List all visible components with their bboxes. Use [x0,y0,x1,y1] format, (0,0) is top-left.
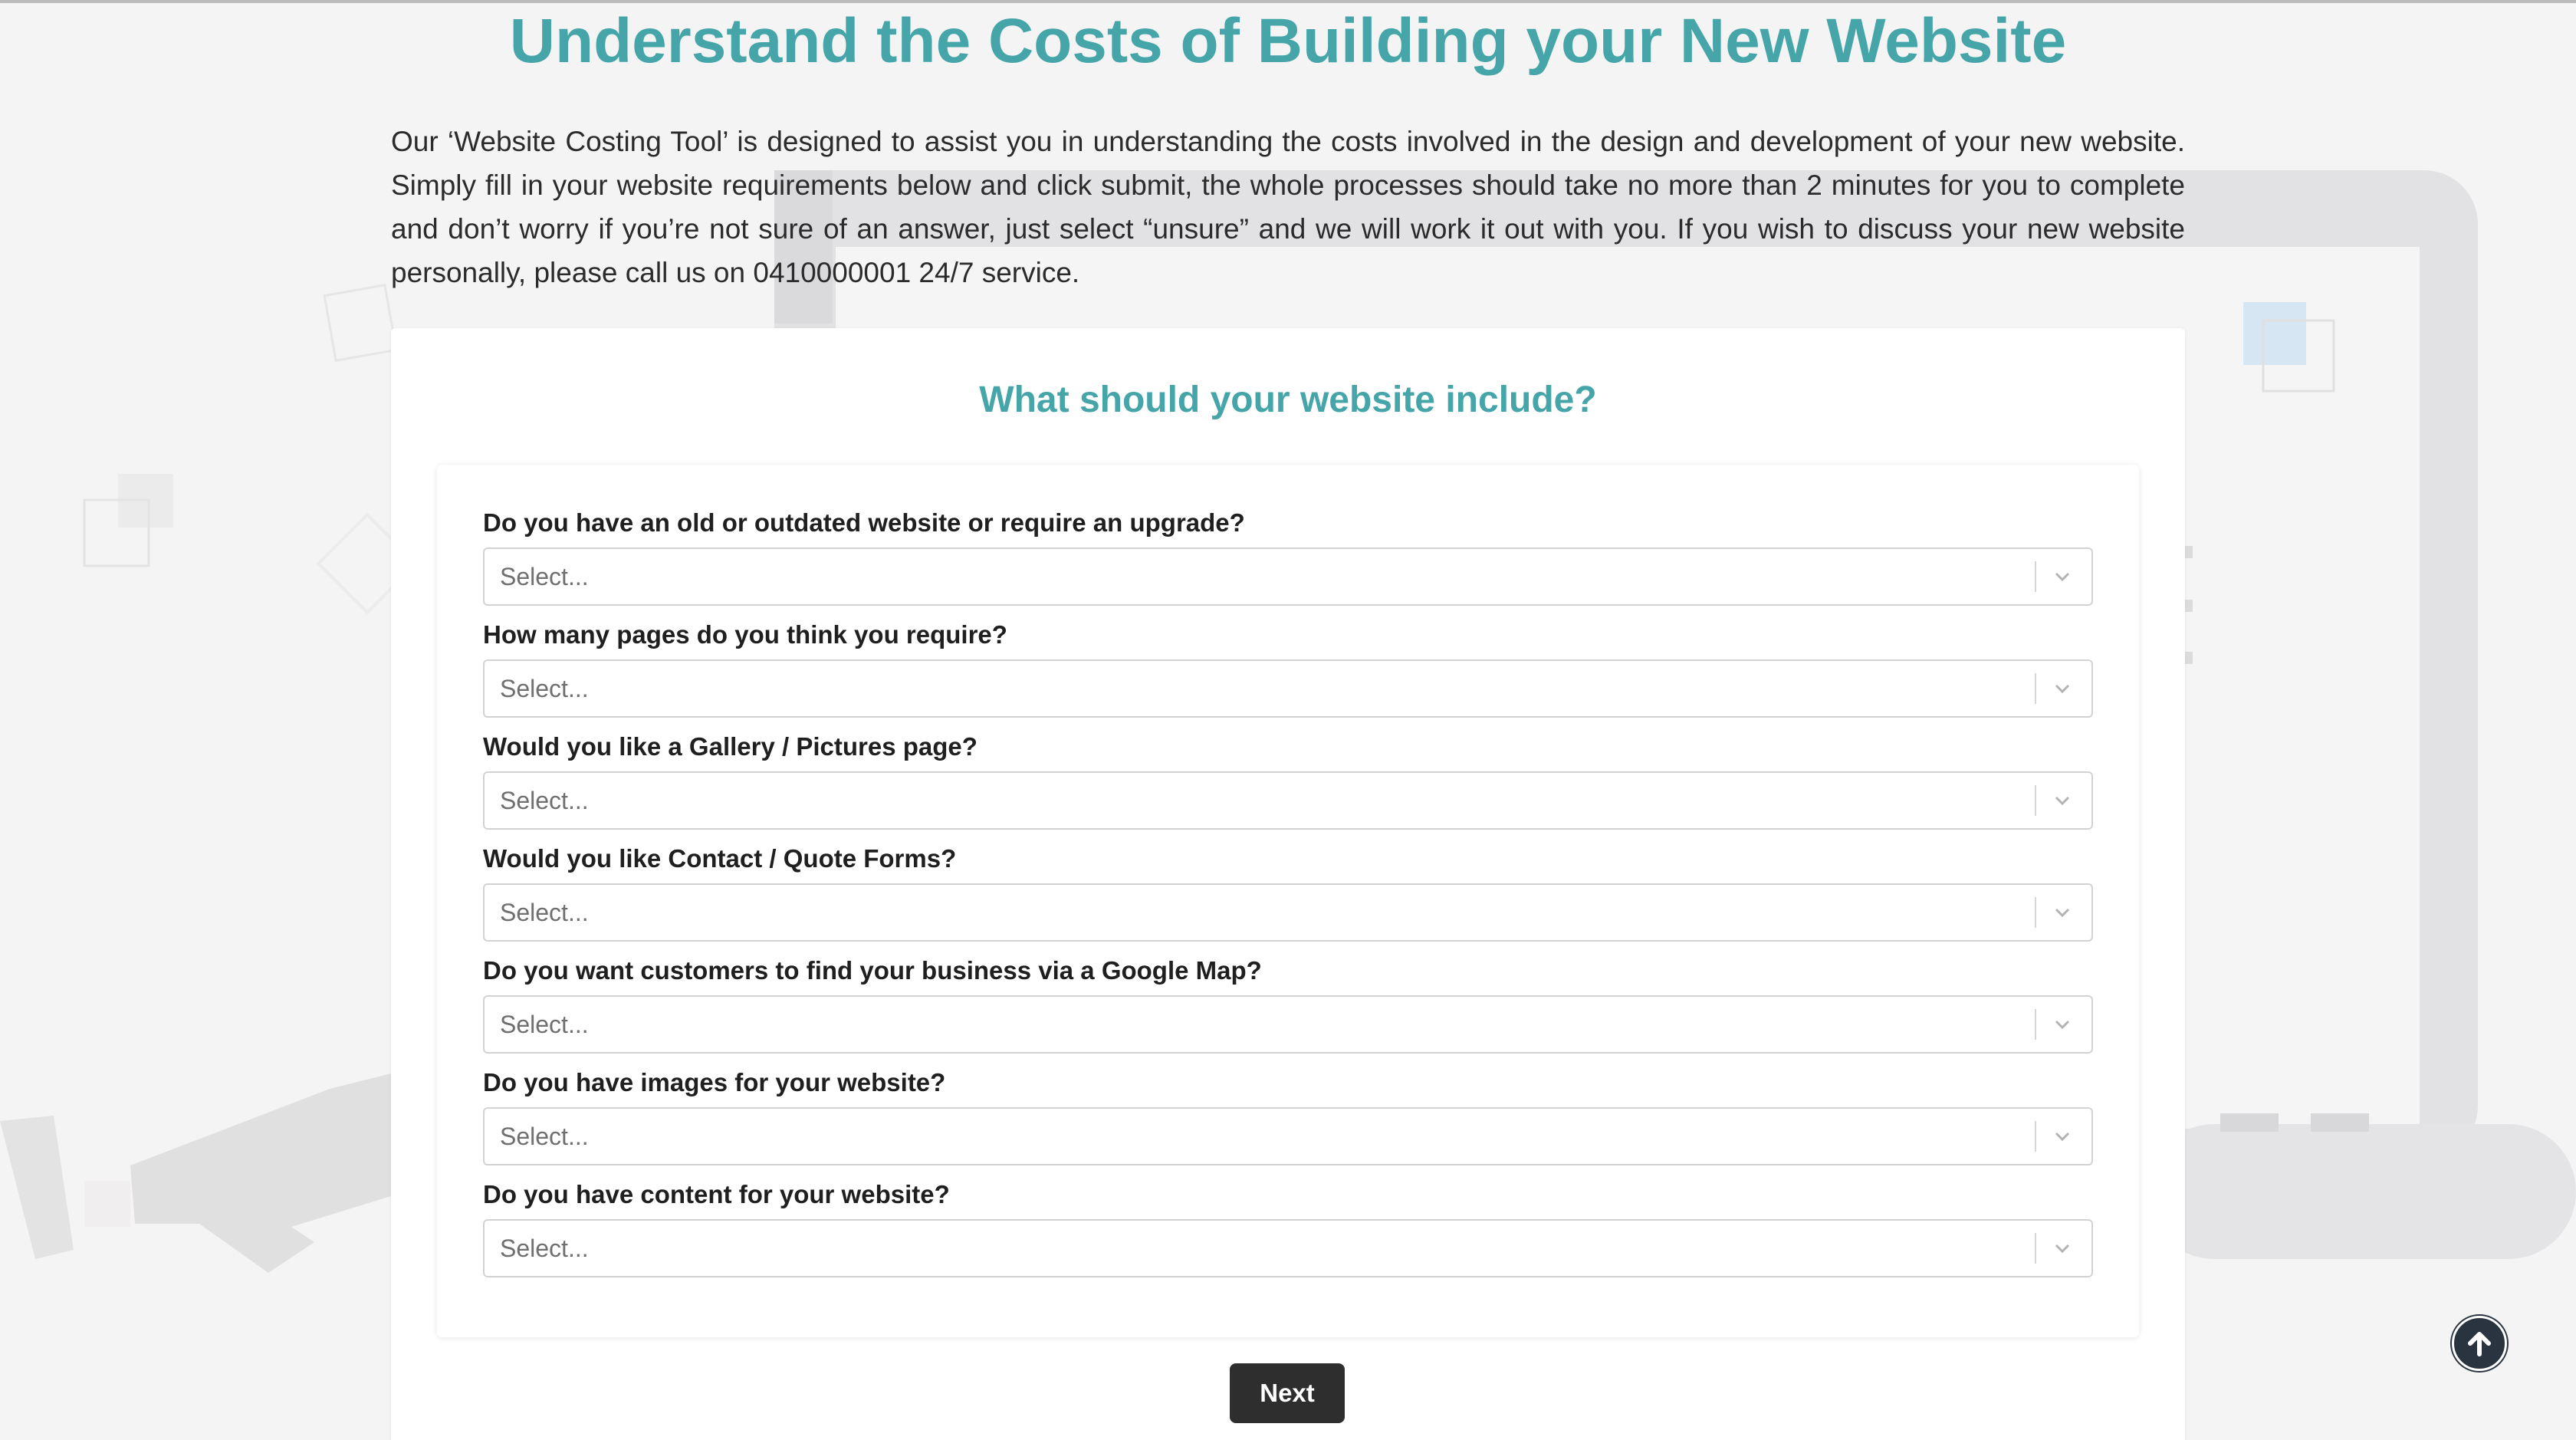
field-content: Do you have content for your website? Se… [483,1179,2093,1291]
chevron-down-icon[interactable] [2047,785,2078,816]
content-select[interactable]: Select... [483,1219,2093,1277]
scroll-to-top-button[interactable] [2452,1316,2507,1371]
select-separator [2035,785,2036,816]
field-label: Do you have content for your website? [483,1180,950,1208]
gallery-select[interactable]: Select... [483,771,2093,830]
old-website-select[interactable]: Select... [483,547,2093,606]
field-google-map: Do you want customers to find your busin… [483,955,2093,1067]
page-title: Understand the Costs of Building your Ne… [509,6,2067,76]
select-placeholder: Select... [500,1235,589,1262]
select-separator [2035,1233,2036,1264]
pages-select[interactable]: Select... [483,659,2093,718]
select-separator [2035,673,2036,704]
questions-panel: Do you have an old or outdated website o… [437,465,2139,1337]
field-old-website: Do you have an old or outdated website o… [483,508,2093,620]
chevron-down-icon[interactable] [2047,561,2078,592]
field-label: Do you want customers to find your busin… [483,956,1262,985]
select-placeholder: Select... [500,675,589,702]
images-select[interactable]: Select... [483,1107,2093,1165]
field-label: Do you have an old or outdated website o… [483,508,1245,537]
field-pages: How many pages do you think you require?… [483,620,2093,732]
field-images: Do you have images for your website? Sel… [483,1067,2093,1179]
field-list: Do you have an old or outdated website o… [483,508,2093,1291]
form-heading: What should your website include? [979,380,1597,420]
arrow-up-circle-icon [2468,1332,2491,1356]
google-map-select[interactable]: Select... [483,995,2093,1054]
field-label: Would you like a Gallery / Pictures page… [483,732,978,761]
chevron-down-icon[interactable] [2047,897,2078,928]
select-separator [2035,561,2036,592]
chevron-down-icon[interactable] [2047,673,2078,704]
field-label: How many pages do you think you require? [483,620,1007,649]
select-placeholder: Select... [500,899,589,926]
form-card: What should your website include? Do you… [391,328,2185,1440]
select-separator [2035,1121,2036,1152]
field-label: Do you have images for your website? [483,1068,946,1096]
chevron-down-icon[interactable] [2047,1121,2078,1152]
select-placeholder: Select... [500,563,589,590]
select-placeholder: Select... [500,787,589,814]
select-placeholder: Select... [500,1011,589,1038]
field-contact-forms: Would you like Contact / Quote Forms? Se… [483,843,2093,955]
select-placeholder: Select... [500,1123,589,1150]
field-gallery: Would you like a Gallery / Pictures page… [483,732,2093,843]
intro-paragraph: Our ‘Website Costing Tool’ is designed t… [391,126,2185,288]
select-separator [2035,897,2036,928]
chevron-down-icon[interactable] [2047,1009,2078,1040]
field-label: Would you like Contact / Quote Forms? [483,844,957,873]
chevron-down-icon[interactable] [2047,1233,2078,1264]
next-button[interactable]: Next [1230,1363,1345,1423]
select-separator [2035,1009,2036,1040]
contact-forms-select[interactable]: Select... [483,883,2093,942]
